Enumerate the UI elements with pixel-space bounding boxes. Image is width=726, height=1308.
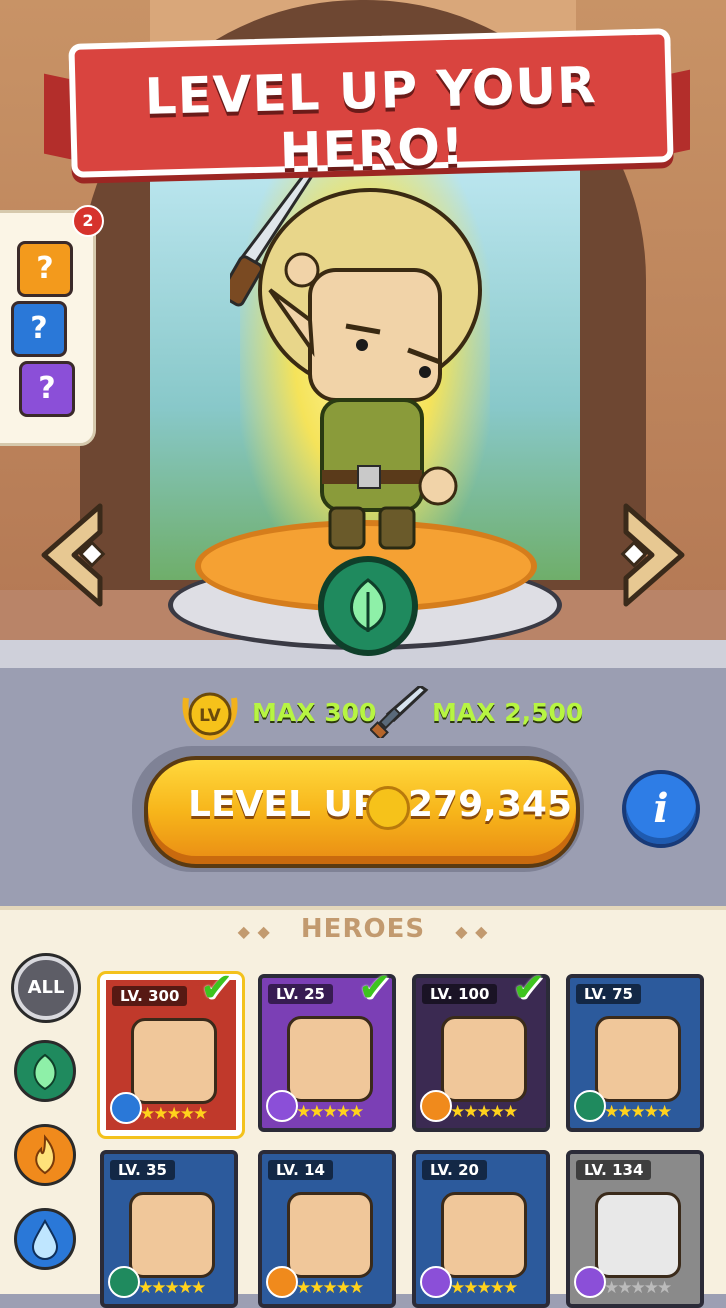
banner-title: LEVEL UP YOUR HERO! [144, 56, 598, 181]
hero-card[interactable]: LV. 134 ★★★★★ [566, 1150, 704, 1308]
level-icon-text: LV [199, 706, 221, 726]
hero-level-label: LV. 75 [576, 984, 641, 1004]
lightning-element-icon [266, 1090, 298, 1122]
hero-star-rating: ★★★★★ [450, 1278, 518, 1298]
hero-star-rating: ★★★★★ [296, 1102, 364, 1122]
hero-level-label: LV. 300 [112, 986, 188, 1006]
filter-leaf-button[interactable] [14, 1040, 76, 1102]
leaf-element-icon [108, 1266, 140, 1298]
fire-element-icon [420, 1090, 452, 1122]
puzzle-piece-orange-icon: ? [17, 241, 73, 297]
fire-icon [35, 1134, 55, 1175]
leaf-element-gem [318, 556, 418, 656]
previous-hero-arrow-icon[interactable] [36, 500, 108, 610]
hero-star-rating: ★★★★★ [296, 1278, 364, 1298]
hero-star-rating: ★★★★★ [140, 1104, 208, 1124]
hero-showcase-scene: LEVEL UP YOUR HERO! ? ? ? 2 [0, 0, 726, 668]
hero-star-rating: ★★★★★ [604, 1278, 672, 1298]
hero-portrait [287, 1192, 373, 1278]
hero-level-label: LV. 134 [576, 1160, 652, 1180]
leaf-element-icon [574, 1090, 606, 1122]
level-up-label: LEVEL UP [188, 784, 380, 825]
hero-card[interactable]: LV. 14 ★★★★★ [258, 1150, 396, 1308]
leaf-icon [33, 1053, 57, 1091]
owned-check-icon: ✔ [200, 965, 234, 1011]
level-up-price: 279,345 [408, 784, 572, 825]
puzzle-piece-blue-icon: ? [11, 301, 67, 357]
hero-level-label: LV. 35 [110, 1160, 175, 1180]
heroes-header: ◆ ◆ HEROES ◆ ◆ [0, 914, 726, 944]
hero-card[interactable]: LV. 20 ★★★★★ [412, 1150, 550, 1308]
hero-portrait [131, 1018, 217, 1104]
hero-portrait [287, 1016, 373, 1102]
hero-star-rating: ★★★★★ [450, 1102, 518, 1122]
title-banner: LEVEL UP YOUR HERO! [68, 28, 674, 180]
heroes-title: HEROES [300, 914, 426, 944]
leaf-icon [350, 578, 386, 632]
hero-portrait [595, 1016, 681, 1102]
owned-check-icon: ✔ [358, 965, 392, 1011]
hero-character [230, 150, 482, 550]
filter-water-button[interactable] [14, 1208, 76, 1270]
max-level-text: MAX 300 [252, 698, 377, 727]
hero-portrait [595, 1192, 681, 1278]
hero-portrait [129, 1192, 215, 1278]
level-laurel-icon: LV [182, 692, 238, 740]
puzzle-piece-purple-icon: ? [19, 361, 75, 417]
puzzle-count-badge: 2 [72, 205, 104, 237]
attack-sword-icon [370, 686, 429, 738]
hero-portrait [441, 1016, 527, 1102]
hero-level-label: LV. 14 [268, 1160, 333, 1180]
info-button[interactable]: i [622, 770, 700, 848]
puzzle-panel[interactable]: ? ? ? [0, 210, 96, 446]
hero-card[interactable]: LV. 75 ★★★★★ [566, 974, 704, 1132]
hero-level-label: LV. 20 [422, 1160, 487, 1180]
header-decoration-right-icon: ◆ ◆ [455, 922, 489, 941]
water-element-icon [110, 1092, 142, 1124]
header-decoration-left-icon: ◆ ◆ [237, 922, 271, 941]
lightning-element-icon [420, 1266, 452, 1298]
fire-element-icon [266, 1266, 298, 1298]
gold-coin-icon [366, 786, 410, 830]
hero-star-rating: ★★★★★ [604, 1102, 672, 1122]
hero-card[interactable]: LV. 35 ★★★★★ [100, 1150, 238, 1308]
water-icon [31, 1218, 59, 1260]
filter-fire-button[interactable] [14, 1124, 76, 1186]
hero-star-rating: ★★★★★ [138, 1278, 206, 1298]
hero-level-label: LV. 100 [422, 984, 498, 1004]
filter-all-button[interactable]: ALL [14, 956, 78, 1020]
max-attack-text: MAX 2,500 [432, 698, 584, 727]
hero-portrait [441, 1192, 527, 1278]
lightning-element-icon [574, 1266, 606, 1298]
hero-level-label: LV. 25 [268, 984, 333, 1004]
owned-check-icon: ✔ [512, 965, 546, 1011]
next-hero-arrow-icon[interactable] [618, 500, 690, 610]
